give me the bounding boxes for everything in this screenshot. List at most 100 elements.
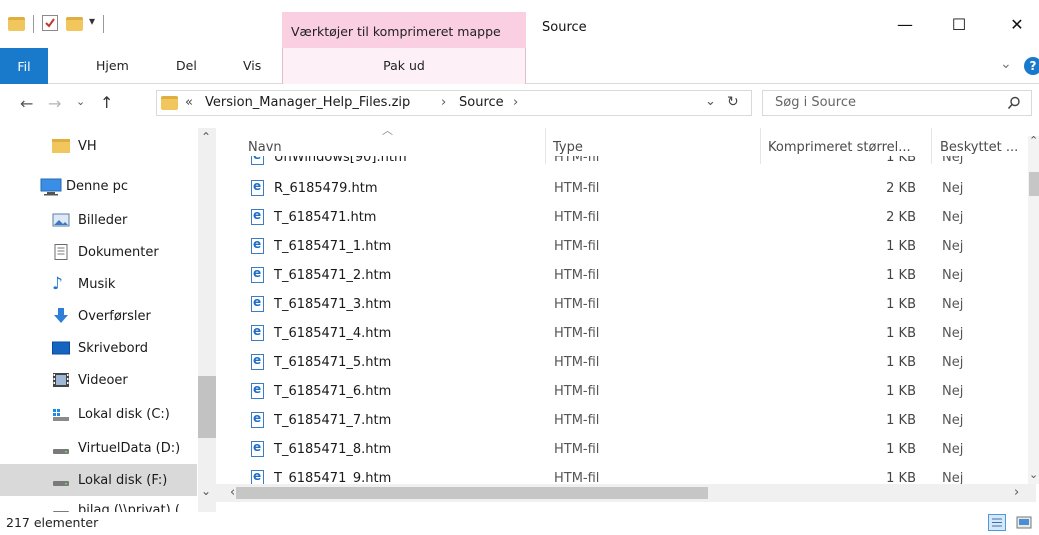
- ribbon-expand-icon[interactable]: ⌄: [1000, 56, 1012, 72]
- nav-item-drive-d[interactable]: VirtuelData (D:): [0, 432, 197, 464]
- context-tab-header: Værktøjer til komprimeret mappe: [282, 12, 526, 48]
- nav-item-drive-c[interactable]: Lokal disk (C:): [0, 398, 197, 430]
- up-arrow-icon[interactable]: ↑: [100, 93, 113, 112]
- nav-item-pictures[interactable]: Billeder: [0, 204, 197, 236]
- desktop-icon: [52, 340, 70, 356]
- network-drive-icon: [52, 502, 70, 512]
- file-type: HTM-fil: [554, 156, 600, 165]
- file-row[interactable]: UnWindows[90].htm HTM-fil 1 KB Nej: [224, 156, 1028, 173]
- maximize-button[interactable]: ☐: [936, 8, 982, 40]
- nav-item-drive-f[interactable]: Lokal disk (F:): [0, 464, 197, 496]
- nav-item-label: Musik: [78, 276, 116, 292]
- file-name: T_6185471_7.htm: [274, 413, 392, 428]
- file-name: T_6185471_5.htm: [274, 355, 392, 370]
- address-dropdown-icon[interactable]: ⌄: [705, 94, 716, 109]
- folder-icon: [52, 139, 70, 153]
- breadcrumb-separator[interactable]: ›: [513, 95, 518, 110]
- breadcrumb-overflow[interactable]: «: [185, 95, 193, 110]
- file-size: 1 KB: [886, 326, 916, 341]
- windows-drive-icon: [52, 406, 70, 422]
- qat-separator: [33, 15, 34, 33]
- qat-customize-icon[interactable]: ▾: [89, 14, 95, 28]
- content-scrollbar-thumb[interactable]: [1029, 172, 1039, 196]
- nav-item-vh[interactable]: VH: [0, 130, 197, 162]
- nav-scrollbar[interactable]: [198, 128, 216, 512]
- videos-icon: [52, 372, 70, 388]
- file-row[interactable]: T_6185471.htm HTM-fil 2 KB Nej: [224, 204, 1028, 233]
- nav-item-this-pc[interactable]: Denne pc: [0, 170, 197, 202]
- file-row[interactable]: T_6185471_4.htm HTM-fil 1 KB Nej: [224, 320, 1028, 349]
- nav-item-network-drive[interactable]: bilag (\\privat) (: [0, 494, 197, 512]
- column-header-protected[interactable]: Beskyttet ...: [940, 140, 1018, 155]
- column-header-name[interactable]: Navn: [248, 140, 282, 155]
- back-arrow-icon[interactable]: ←: [20, 94, 33, 113]
- file-row[interactable]: T_6185471_5.htm HTM-fil 1 KB Nej: [224, 349, 1028, 378]
- file-name: T_6185471_8.htm: [274, 442, 392, 457]
- minimize-button[interactable]: —: [882, 8, 928, 40]
- tab-share[interactable]: Del: [176, 58, 197, 73]
- item-count: 217 elementer: [6, 515, 99, 530]
- file-protected: Nej: [942, 326, 964, 341]
- file-size: 2 KB: [886, 181, 916, 196]
- horizontal-scrollbar-thumb[interactable]: [236, 487, 708, 499]
- search-icon[interactable]: [1007, 96, 1021, 114]
- breadcrumb-zip[interactable]: Version_Manager_Help_Files.zip: [205, 95, 410, 110]
- window-title: Source: [542, 20, 587, 35]
- file-row[interactable]: T_6185471_7.htm HTM-fil 1 KB Nej: [224, 407, 1028, 436]
- column-header-compressed-size[interactable]: Komprimeret størrel...: [768, 140, 911, 155]
- search-input[interactable]: Søg i Source: [775, 95, 856, 110]
- scroll-down-icon[interactable]: ⌄: [1029, 468, 1038, 481]
- tab-file[interactable]: Fil: [0, 48, 48, 84]
- details-view-icon[interactable]: [988, 514, 1006, 531]
- file-type: HTM-fil: [554, 326, 600, 341]
- scroll-up-icon[interactable]: ⌃: [201, 130, 211, 144]
- search-box[interactable]: Søg i Source: [762, 90, 1032, 116]
- file-name: T_6185471.htm: [274, 210, 377, 225]
- address-bar[interactable]: « Version_Manager_Help_Files.zip › Sourc…: [156, 90, 752, 116]
- tab-view[interactable]: Vis: [243, 58, 261, 73]
- properties-icon[interactable]: [42, 15, 58, 31]
- file-row[interactable]: T_6185471_3.htm HTM-fil 1 KB Nej: [224, 291, 1028, 320]
- scroll-right-icon[interactable]: ›: [1014, 485, 1019, 500]
- column-header-type[interactable]: Type: [553, 140, 583, 155]
- file-row[interactable]: R_6185479.htm HTM-fil 2 KB Nej: [224, 175, 1028, 204]
- file-protected: Nej: [942, 413, 964, 428]
- file-row[interactable]: T_6185471_1.htm HTM-fil 1 KB Nej: [224, 233, 1028, 262]
- scroll-left-icon[interactable]: ‹: [230, 485, 235, 500]
- nav-item-desktop[interactable]: Skrivebord: [0, 332, 197, 364]
- navigation-pane: VH Denne pc Billeder Dokumenter ♪ Musik …: [0, 128, 216, 512]
- forward-arrow-icon[interactable]: →: [48, 94, 61, 113]
- documents-icon: [52, 244, 70, 260]
- nav-item-videos[interactable]: Videoer: [0, 364, 197, 396]
- nav-item-label: Lokal disk (F:): [78, 472, 168, 488]
- file-row[interactable]: T_6185471_6.htm HTM-fil 1 KB Nej: [224, 378, 1028, 407]
- html-file-icon: [251, 179, 264, 196]
- file-type: HTM-fil: [554, 181, 600, 196]
- refresh-icon[interactable]: ↻: [727, 94, 739, 110]
- html-file-icon: [251, 469, 264, 484]
- file-row[interactable]: T_6185471_2.htm HTM-fil 1 KB Nej: [224, 262, 1028, 291]
- file-type: HTM-fil: [554, 239, 600, 254]
- nav-scrollbar-thumb[interactable]: [198, 376, 216, 438]
- scroll-down-icon[interactable]: ⌄: [201, 484, 211, 498]
- file-size: 1 KB: [886, 471, 916, 484]
- file-row[interactable]: T_6185471_8.htm HTM-fil 1 KB Nej: [224, 436, 1028, 465]
- file-size: 1 KB: [886, 413, 916, 428]
- breadcrumb-separator[interactable]: ›: [441, 95, 446, 110]
- tab-extract[interactable]: Pak ud: [282, 48, 526, 84]
- file-row[interactable]: T_6185471_9.htm HTM-fil 1 KB Nej: [224, 465, 1028, 484]
- nav-item-downloads[interactable]: Overførsler: [0, 300, 197, 332]
- nav-item-documents[interactable]: Dokumenter: [0, 236, 197, 268]
- recent-locations-icon[interactable]: ⌄: [76, 95, 85, 108]
- new-folder-icon[interactable]: [66, 17, 83, 31]
- scroll-up-icon[interactable]: ⌃: [1029, 134, 1038, 147]
- nav-item-music[interactable]: ♪ Musik: [0, 268, 197, 300]
- tab-home[interactable]: Hjem: [96, 58, 129, 73]
- file-size: 1 KB: [886, 384, 916, 399]
- large-icons-view-icon[interactable]: [1016, 516, 1034, 530]
- file-size: 1 KB: [886, 297, 916, 312]
- breadcrumb-source[interactable]: Source: [459, 95, 504, 110]
- sort-up-icon: ︿: [382, 124, 393, 137]
- help-icon[interactable]: ?: [1024, 57, 1039, 75]
- close-button[interactable]: ✕: [994, 8, 1039, 40]
